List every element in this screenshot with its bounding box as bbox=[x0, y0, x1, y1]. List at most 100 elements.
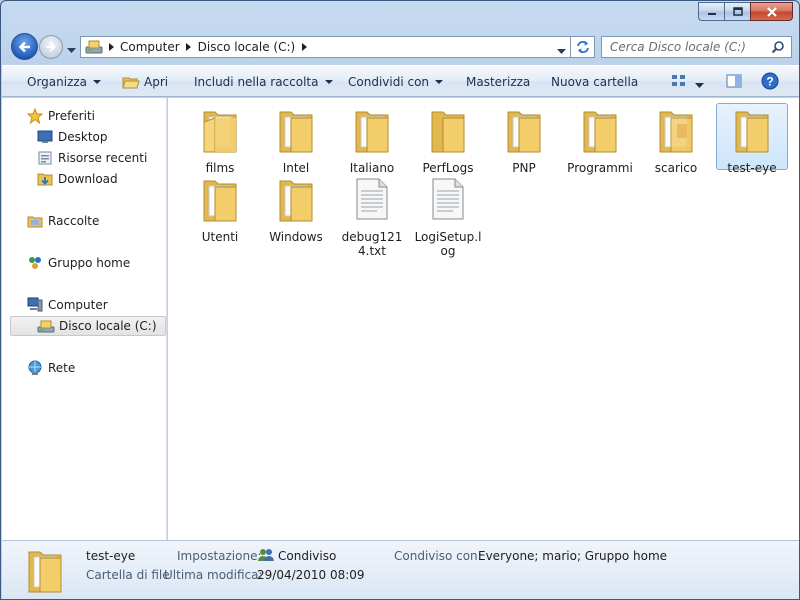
folder-item-pnp[interactable]: PNP bbox=[488, 104, 560, 175]
help-button[interactable]: ? bbox=[761, 72, 779, 93]
address-bar[interactable]: Computer Disco locale (C:) bbox=[80, 36, 571, 58]
breadcrumb-separator-root[interactable] bbox=[105, 37, 117, 57]
back-arrow-icon bbox=[18, 41, 30, 52]
address-history-dropdown[interactable] bbox=[557, 44, 566, 58]
details-pane: test-eye Cartella di file Impostazione: … bbox=[2, 540, 799, 599]
window-caption-buttons bbox=[698, 2, 793, 21]
nav-item-rete[interactable]: Rete bbox=[26, 358, 75, 378]
nav-item-raccolte[interactable]: Raccolte bbox=[26, 211, 99, 231]
folder-item-utenti[interactable]: Utenti bbox=[184, 173, 256, 244]
back-button[interactable] bbox=[11, 33, 38, 60]
nav-item-computer[interactable]: Computer bbox=[26, 295, 108, 315]
minimize-icon bbox=[707, 12, 716, 15]
folder-item-test-eye[interactable]: test-eye bbox=[716, 103, 788, 175]
libraries-icon bbox=[26, 213, 44, 229]
file-item-debug1214[interactable]: debug1214.txt bbox=[336, 173, 408, 258]
details-item-name: test-eye bbox=[86, 549, 136, 563]
refresh-icon bbox=[576, 41, 589, 53]
chevron-down-icon bbox=[435, 79, 444, 84]
chevron-down-icon bbox=[324, 79, 333, 84]
folder-item-films[interactable]: films bbox=[184, 104, 256, 175]
recent-pages-dropdown[interactable] bbox=[67, 43, 76, 57]
maximize-button[interactable] bbox=[724, 2, 750, 21]
change-view-button[interactable] bbox=[671, 73, 687, 92]
view-grid-icon bbox=[672, 75, 685, 86]
folder-item-intel[interactable]: Intel bbox=[260, 104, 332, 175]
folder-icon bbox=[657, 104, 695, 157]
file-list: films Intel Italiano PerfLogs PNP Progra… bbox=[168, 98, 799, 540]
svg-text:?: ? bbox=[766, 75, 773, 89]
nav-item-preferiti[interactable]: Preferiti bbox=[26, 106, 95, 126]
minimize-button[interactable] bbox=[698, 2, 724, 21]
nav-item-gruppo-home[interactable]: Gruppo home bbox=[26, 253, 130, 273]
folder-item-scarico[interactable]: scarico bbox=[640, 104, 712, 175]
chevron-down-icon bbox=[67, 48, 76, 53]
drive-icon bbox=[37, 318, 55, 334]
file-item-logisetup[interactable]: LogiSetup.log bbox=[412, 173, 484, 258]
details-item-type: Cartella di file bbox=[86, 568, 170, 582]
folder-icon bbox=[429, 104, 467, 157]
chevron-down-icon bbox=[93, 79, 102, 84]
forward-arrow-icon bbox=[46, 42, 56, 52]
nav-item-disco-locale[interactable]: Disco locale (C:) bbox=[10, 316, 166, 336]
folder-item-programmi[interactable]: Programmi bbox=[564, 104, 636, 175]
open-folder-icon bbox=[122, 75, 140, 89]
chevron-down-icon bbox=[557, 49, 566, 54]
recent-places-icon bbox=[36, 150, 54, 166]
search-input[interactable] bbox=[610, 40, 770, 54]
star-icon bbox=[26, 108, 44, 124]
help-icon: ? bbox=[761, 72, 779, 90]
close-button[interactable] bbox=[750, 2, 793, 21]
network-icon bbox=[26, 360, 44, 376]
organize-menu[interactable]: Organizza bbox=[27, 66, 102, 97]
details-shared-label: Condiviso con: bbox=[394, 549, 482, 563]
folder-item-italiano[interactable]: Italiano bbox=[336, 104, 408, 175]
folder-item-perflogs[interactable]: PerfLogs bbox=[412, 104, 484, 175]
explorer-window: Computer Disco locale (C:) Organizza Apr… bbox=[0, 0, 800, 600]
folder-icon bbox=[277, 173, 315, 226]
details-shared-value: Everyone; mario; Gruppo home bbox=[478, 549, 668, 563]
open-button[interactable]: Apri bbox=[122, 66, 168, 97]
folder-icon bbox=[581, 104, 619, 157]
text-file-icon bbox=[429, 173, 467, 226]
forward-button[interactable] bbox=[39, 35, 63, 59]
folder-icon bbox=[201, 104, 239, 157]
navigation-pane: Preferiti Desktop Risorse recenti Downlo… bbox=[2, 98, 167, 540]
folder-icon bbox=[201, 173, 239, 226]
chevron-down-icon bbox=[695, 83, 704, 88]
preview-pane-icon bbox=[726, 74, 742, 88]
details-setting-label: Impostazione: bbox=[177, 549, 262, 563]
nav-item-desktop[interactable]: Desktop bbox=[36, 127, 108, 147]
include-in-library-menu[interactable]: Includi nella raccolta bbox=[194, 66, 333, 97]
refresh-button[interactable] bbox=[571, 36, 595, 58]
details-modified-value: 29/04/2010 08:09 bbox=[257, 568, 365, 582]
folder-icon bbox=[733, 104, 771, 157]
folder-icon bbox=[277, 104, 315, 157]
maximize-icon bbox=[732, 6, 743, 16]
breadcrumb-disco-locale[interactable]: Disco locale (C:) bbox=[195, 37, 311, 57]
search-icon[interactable] bbox=[771, 40, 785, 57]
new-folder-button[interactable]: Nuova cartella bbox=[551, 66, 638, 97]
chevron-right-icon bbox=[186, 43, 192, 51]
share-with-menu[interactable]: Condividi con bbox=[348, 66, 444, 97]
folder-icon bbox=[26, 544, 64, 597]
chevron-right-icon bbox=[301, 43, 307, 51]
folder-item-windows[interactable]: Windows bbox=[260, 173, 332, 244]
preview-pane-button[interactable] bbox=[726, 73, 742, 92]
computer-icon bbox=[26, 297, 44, 313]
nav-item-download[interactable]: Download bbox=[36, 169, 118, 189]
breadcrumb-computer[interactable]: Computer bbox=[117, 37, 195, 57]
details-setting-value: Condiviso bbox=[278, 549, 337, 563]
burn-button[interactable]: Masterizza bbox=[466, 66, 530, 97]
details-modified-label: Ultima modifica: bbox=[164, 568, 263, 582]
nav-item-risorse-recenti[interactable]: Risorse recenti bbox=[36, 148, 147, 168]
close-icon bbox=[766, 6, 777, 17]
shared-users-icon bbox=[257, 547, 275, 566]
search-box[interactable] bbox=[601, 36, 792, 58]
desktop-icon bbox=[36, 129, 54, 145]
folder-icon bbox=[353, 104, 391, 157]
folder-icon bbox=[505, 104, 543, 157]
view-options-dropdown[interactable] bbox=[695, 78, 704, 92]
command-bar: Organizza Apri Includi nella raccolta Co… bbox=[2, 65, 799, 97]
drive-icon bbox=[83, 39, 105, 55]
